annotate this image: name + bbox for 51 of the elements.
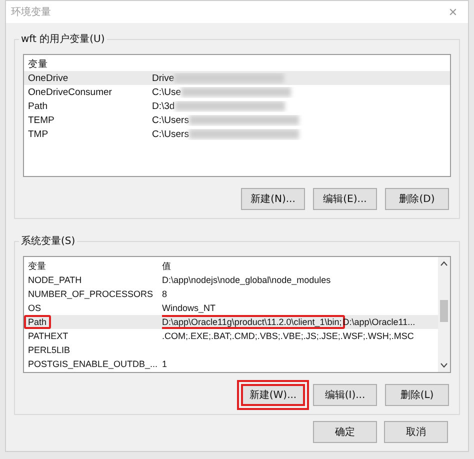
column-header: 变量	[28, 260, 47, 272]
variable-value: C:\Users	[152, 128, 189, 140]
column-header: 值	[162, 260, 172, 272]
variable-name: PERL5LIB	[27, 344, 72, 357]
variable-value: 1	[162, 358, 168, 371]
scroll-thumb[interactable]	[440, 300, 448, 322]
dialog-button[interactable]: 删除(L)	[385, 384, 449, 406]
variable-name: OneDriveConsumer	[28, 86, 113, 98]
list-row[interactable]: PERL5LIB	[24, 343, 438, 357]
group-label: 系统变量(S)	[19, 234, 78, 248]
list-row[interactable]: NODE_PATH D:\app\nodejs\node_global\node_modules	[24, 273, 438, 287]
variable-value: D:\3d	[152, 100, 175, 112]
dialog-button[interactable]: 取消	[384, 421, 448, 443]
variable-name: TEMP	[28, 114, 56, 126]
dialog-button[interactable]: 编辑(I)...	[313, 384, 377, 406]
column-header: 变量	[28, 58, 49, 70]
variable-value: Drive	[152, 72, 174, 84]
variable-name: TMP	[28, 128, 50, 140]
variable-name: OS	[27, 302, 42, 315]
scrollbar[interactable]	[438, 257, 450, 372]
variable-value: .COM;.EXE;.BAT;.CMD;.VBS;.VBE;.JS;.JSE;.WSF;.WSH;.MSC	[162, 330, 415, 343]
list-row[interactable]: OneDrive Drive	[24, 71, 450, 85]
list-row[interactable]: NUMBER_OF_PROCESSORS 8	[24, 287, 438, 301]
dialog-button[interactable]: 确定	[313, 421, 377, 443]
variable-value: C:\Users	[152, 114, 189, 126]
variable-name: Path	[28, 100, 49, 112]
list-row[interactable]: TEMP C:\Users	[24, 113, 450, 127]
list-row[interactable]: OneDriveConsumer C:\Use	[24, 85, 450, 99]
list-row[interactable]: POSTGIS_ENABLE_OUTDB_... 1	[24, 357, 438, 371]
variable-name: Path	[24, 315, 51, 329]
variable-value: Windows_NT	[162, 302, 217, 315]
variable-value: C:\Use	[152, 86, 182, 98]
variable-name: OneDrive	[28, 72, 70, 84]
scroll-down-icon[interactable]	[440, 363, 448, 368]
variable-name: POSTGIS_ENABLE_OUTDB_...	[27, 358, 159, 371]
window-title: 环境变量	[11, 6, 51, 19]
list-row[interactable]: Path D:\3d	[24, 99, 450, 113]
scroll-up-icon[interactable]	[440, 261, 448, 266]
variable-value: D:\app\nodejs\node_global\node_modules	[162, 274, 332, 287]
variable-name: PATHEXT	[27, 330, 70, 343]
list-row[interactable]: PATHEXT .COM;.EXE;.BAT;.CMD;.VBS;.VBE;.JS;.JSE;.WSF;.WSH;.MSC	[24, 329, 438, 343]
variable-name: NUMBER_OF_PROCESSORS	[27, 288, 154, 301]
variable-value: D:\app\Oracle11g\product\11.2.0\client_1\bin;	[162, 315, 345, 329]
variable-value: 8	[162, 288, 168, 301]
dialog-button[interactable]: 删除(D)	[385, 188, 449, 210]
list-row[interactable]: TMP C:\Users	[24, 127, 450, 141]
list-row[interactable]: OS Windows_NT	[24, 301, 438, 315]
group-label: wft 的用户变量(U)	[19, 32, 107, 46]
variable-name: NODE_PATH	[27, 274, 83, 287]
dialog-button[interactable]: 编辑(E)...	[313, 188, 377, 210]
dialog-button[interactable]: 新建(N)...	[241, 188, 305, 210]
